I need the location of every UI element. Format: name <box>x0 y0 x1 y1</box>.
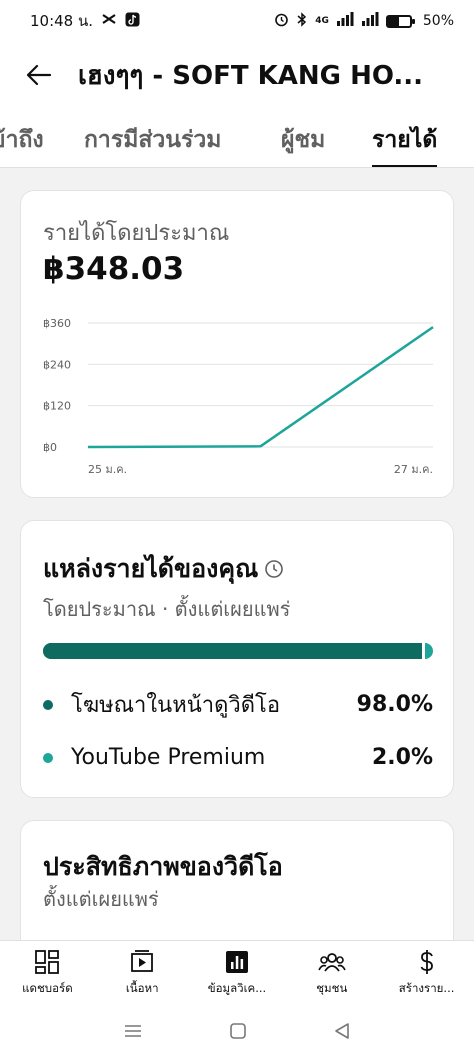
community-icon <box>318 953 346 972</box>
source-percent: 98.0% <box>356 692 433 717</box>
revenue-series-line <box>87 326 434 449</box>
network-label: 4G <box>315 16 329 26</box>
signal-icon <box>336 12 354 30</box>
battery-percent: 50% <box>422 13 454 29</box>
capcut-icon <box>101 12 117 30</box>
sources-subtitle: โดยประมาณ · ตั้งแต่เผยแพร่ <box>43 597 291 621</box>
sources-share-bar <box>43 643 433 659</box>
y-tick-label: ฿240 <box>43 358 71 371</box>
revenue-sources-card: แหล่งรายได้ของคุณ โดยประมาณ · ตั้งแต่เผย… <box>20 520 454 798</box>
signal-icon-2 <box>361 12 379 30</box>
back-button[interactable] <box>0 42 78 108</box>
legend-dot-premium <box>43 752 53 763</box>
estimated-revenue-card[interactable]: รายได้โดยประมาณ ฿348.03 ฿0 ฿120 ฿240 ฿360 25… <box>20 190 454 498</box>
analytics-icon <box>225 951 248 973</box>
y-tick-label: ฿120 <box>43 400 71 413</box>
source-name: YouTube Premium <box>71 745 266 770</box>
performance-title: ประสิทธิภาพของวิดีโอ <box>43 852 283 881</box>
tab-audience[interactable]: ผู้ชม <box>281 122 325 167</box>
tab-reach[interactable]: เข้าถึง <box>0 122 44 167</box>
sources-title[interactable]: แหล่งรายได้ของคุณ <box>43 549 284 589</box>
revenue-value: ฿348.03 <box>43 251 185 287</box>
system-navigation-bar <box>0 1004 474 1061</box>
source-row-ads: โฆษณาในหน้าดูวิดีโอ 98.0% <box>43 687 433 722</box>
nav-analytics[interactable]: ข้อมูลวิเค... <box>190 941 285 1004</box>
content-icon <box>131 950 154 972</box>
revenue-line-chart: ฿0 ฿120 ฿240 ฿360 25 ม.ค. 27 ม.ค. <box>43 317 434 476</box>
nav-dashboard[interactable]: แดชบอร์ด <box>0 941 95 1004</box>
back-arrow-icon <box>26 64 52 86</box>
nav-community[interactable]: ชุมชน <box>284 941 379 1004</box>
home-square-icon <box>230 1022 246 1039</box>
nav-content[interactable]: เนื้อหา <box>95 941 190 1004</box>
app-header: เฮงๆๆ - SOFT KANG HO... <box>0 42 474 108</box>
page-title: เฮงๆๆ - SOFT KANG HO... <box>78 60 423 91</box>
tab-revenue[interactable]: รายได้ <box>372 122 438 167</box>
performance-subtitle: ตั้งแต่เผยแพร่ <box>43 887 159 911</box>
tab-bar: เข้าถึง การมีส่วนร่วม ผู้ชม รายได้ <box>0 108 474 168</box>
menu-icon <box>125 1024 141 1037</box>
legend-dot-ads <box>43 699 53 710</box>
source-row-premium: YouTube Premium 2.0% <box>43 745 433 770</box>
nav-earn[interactable]: สร้างราย... <box>379 941 474 1004</box>
revenue-label: รายได้โดยประมาณ <box>43 221 230 246</box>
x-tick-label: 25 ม.ค. <box>88 463 127 476</box>
status-time: 10:48 น. <box>30 12 94 30</box>
video-performance-card[interactable]: ประสิทธิภาพของวิดีโอ ตั้งแต่เผยแพร่ <box>20 820 454 960</box>
tab-engagement[interactable]: การมีส่วนร่วม <box>84 122 221 167</box>
bluetooth-icon <box>296 11 308 31</box>
y-tick-label: ฿0 <box>43 441 57 454</box>
sources-share-segment-ads <box>43 643 426 659</box>
home-button[interactable] <box>229 1022 247 1044</box>
clock-icon[interactable] <box>264 556 284 585</box>
bottom-navigation: แดชบอร์ด เนื้อหา ข้อมูลวิเค... ชุมชน สร้… <box>0 940 474 1004</box>
status-bar: 10:48 น. 4G 50% <box>0 0 474 42</box>
earn-icon <box>420 950 433 974</box>
source-name: โฆษณาในหน้าดูวิดีโอ <box>71 693 281 718</box>
x-tick-label: 27 ม.ค. <box>394 463 433 476</box>
dashboard-icon <box>35 950 60 974</box>
battery-icon <box>385 14 415 28</box>
alarm-icon <box>274 12 289 31</box>
tiktok-icon <box>125 12 140 31</box>
back-system-button[interactable] <box>333 1022 351 1044</box>
recents-button[interactable] <box>123 1023 143 1043</box>
source-percent: 2.0% <box>371 745 433 770</box>
back-triangle-icon <box>335 1022 349 1039</box>
y-tick-label: ฿360 <box>43 317 71 330</box>
